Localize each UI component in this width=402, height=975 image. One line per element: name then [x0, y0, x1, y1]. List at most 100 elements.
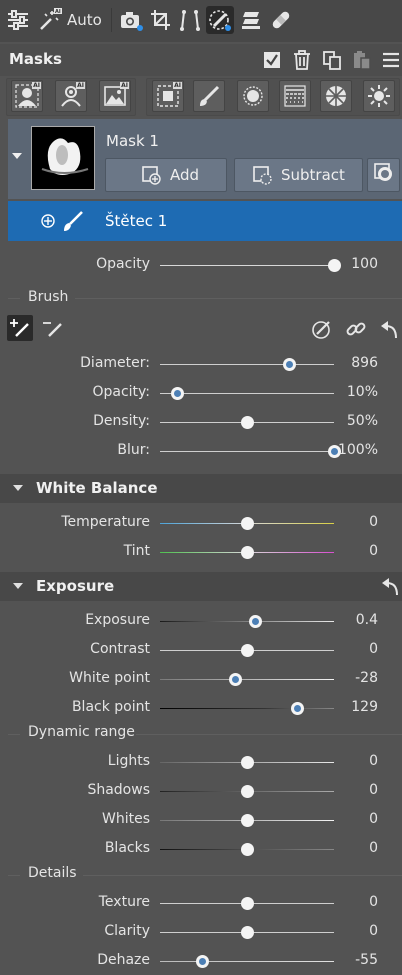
ai-subject-icon[interactable]: AI — [11, 80, 43, 112]
exposure-value[interactable]: 0.4 — [356, 612, 378, 628]
opacity-value[interactable]: 10% — [347, 384, 378, 400]
mask-brush-icon[interactable] — [206, 6, 234, 34]
temperature-knob[interactable] — [241, 517, 254, 530]
white-balance-title[interactable]: White Balance — [36, 479, 158, 497]
opacity-knob[interactable] — [171, 387, 184, 400]
bandage-icon[interactable] — [267, 6, 295, 34]
opacity-value[interactable]: 100 — [351, 256, 378, 272]
add-button[interactable]: Add — [105, 158, 227, 192]
lights-knob[interactable] — [241, 756, 254, 769]
reset-icon[interactable] — [377, 573, 402, 599]
auto-label[interactable]: Auto — [67, 11, 102, 29]
mask-name[interactable]: Mask 1 — [106, 132, 159, 150]
density-value[interactable]: 50% — [347, 413, 378, 429]
luminosity-range-icon[interactable] — [363, 80, 395, 112]
texture-slider-row[interactable]: Texture 0 — [0, 889, 402, 918]
exposure-header[interactable]: Exposure — [0, 572, 402, 601]
opacity-track[interactable] — [160, 265, 334, 266]
mask-thumbnail[interactable] — [31, 126, 95, 190]
texture-value[interactable]: 0 — [369, 894, 378, 910]
clarity-slider-row[interactable]: Clarity 0 — [0, 918, 402, 947]
blur-track[interactable] — [160, 451, 334, 452]
black-point-value[interactable]: 129 — [351, 699, 378, 715]
exposure-slider-row[interactable]: Exposure 0.4 — [0, 607, 402, 636]
white-point-knob[interactable] — [229, 673, 242, 686]
brush-name[interactable]: Štětec 1 — [105, 212, 167, 230]
black-point-slider-row[interactable]: Black point 129 — [0, 694, 402, 723]
lights-value[interactable]: 0 — [369, 753, 378, 769]
white-balance-header[interactable]: White Balance — [0, 474, 402, 503]
linear-gradient-icon[interactable] — [279, 80, 311, 112]
radial-gradient-icon[interactable] — [237, 80, 269, 112]
blur-slider-row[interactable]: Blur: 100% — [0, 437, 402, 466]
opacity-slider-row[interactable]: Opacity: 10% — [0, 379, 402, 408]
diameter-track[interactable] — [160, 364, 334, 365]
collapse-caret-icon[interactable] — [13, 485, 23, 491]
tint-knob[interactable] — [241, 546, 254, 559]
shadows-knob[interactable] — [241, 785, 254, 798]
mask-item[interactable]: Mask 1 Add Subtract — [8, 119, 402, 199]
menu-icon[interactable] — [379, 48, 402, 72]
whites-slider-row[interactable]: Whites 0 — [0, 806, 402, 835]
opacity-knob[interactable] — [328, 259, 341, 272]
ai-select-icon[interactable]: AI — [152, 80, 184, 112]
trash-icon[interactable] — [290, 48, 314, 72]
tint-value[interactable]: 0 — [369, 543, 378, 559]
layers-icon[interactable] — [237, 6, 265, 34]
camera-icon[interactable] — [117, 6, 145, 34]
dehaze-slider-row[interactable]: Dehaze -55 — [0, 947, 402, 975]
black-point-knob[interactable] — [291, 702, 304, 715]
temperature-slider-row[interactable]: Temperature 0 — [0, 509, 402, 538]
diameter-knob[interactable] — [283, 358, 296, 371]
temperature-value[interactable]: 0 — [369, 514, 378, 530]
ai-sky-icon[interactable]: AI — [99, 80, 131, 112]
density-knob[interactable] — [241, 416, 254, 429]
texture-knob[interactable] — [241, 897, 254, 910]
clarity-value[interactable]: 0 — [369, 923, 378, 939]
dehaze-knob[interactable] — [196, 955, 209, 968]
brush-settings-icon[interactable] — [309, 316, 335, 342]
brush-item[interactable]: Štětec 1 — [8, 201, 402, 241]
contrast-slider-row[interactable]: Contrast 0 — [0, 636, 402, 665]
lights-slider-row[interactable]: Lights 0 — [0, 748, 402, 777]
white-point-track[interactable] — [160, 679, 334, 680]
dehaze-value[interactable]: -55 — [355, 952, 378, 968]
black-point-track[interactable] — [160, 708, 334, 709]
contrast-knob[interactable] — [241, 644, 254, 657]
whites-value[interactable]: 0 — [369, 811, 378, 827]
shadows-value[interactable]: 0 — [369, 782, 378, 798]
undo-icon[interactable] — [376, 316, 402, 342]
ai-person-icon[interactable]: AI — [55, 80, 87, 112]
perspective-icon[interactable] — [176, 6, 204, 34]
intersect-button[interactable] — [367, 158, 400, 192]
white-point-slider-row[interactable]: White point -28 — [0, 665, 402, 694]
sliders-icon[interactable] — [4, 6, 32, 34]
diameter-value[interactable]: 896 — [351, 355, 378, 371]
blacks-value[interactable]: 0 — [369, 840, 378, 856]
whites-knob[interactable] — [241, 814, 254, 827]
crop-icon[interactable] — [147, 6, 175, 34]
checkmark-icon[interactable] — [260, 48, 284, 72]
copy-icon[interactable] — [320, 48, 344, 72]
blur-value[interactable]: 100% — [338, 442, 378, 458]
exposure-knob[interactable] — [249, 615, 262, 628]
paste-icon[interactable] — [350, 48, 374, 72]
brush-tool-icon[interactable] — [193, 80, 225, 112]
blacks-knob[interactable] — [241, 843, 254, 856]
magic-wand-icon[interactable]: AI — [36, 6, 64, 34]
brush-add-mode-icon[interactable] — [7, 315, 33, 341]
add-circle-icon[interactable] — [35, 208, 61, 234]
dehaze-track[interactable] — [160, 961, 334, 962]
tint-slider-row[interactable]: Tint 0 — [0, 538, 402, 567]
opacity-slider-row[interactable]: Opacity 100 — [0, 251, 402, 280]
collapse-caret-icon[interactable] — [12, 153, 22, 159]
color-range-icon[interactable] — [320, 80, 352, 112]
subtract-button[interactable]: Subtract — [234, 158, 363, 192]
collapse-caret-icon[interactable] — [13, 583, 23, 589]
blacks-slider-row[interactable]: Blacks 0 — [0, 835, 402, 864]
brush-erase-mode-icon[interactable] — [40, 315, 66, 341]
contrast-value[interactable]: 0 — [369, 641, 378, 657]
opacity-track[interactable] — [160, 393, 334, 394]
link-icon[interactable] — [343, 316, 369, 342]
clarity-knob[interactable] — [241, 926, 254, 939]
